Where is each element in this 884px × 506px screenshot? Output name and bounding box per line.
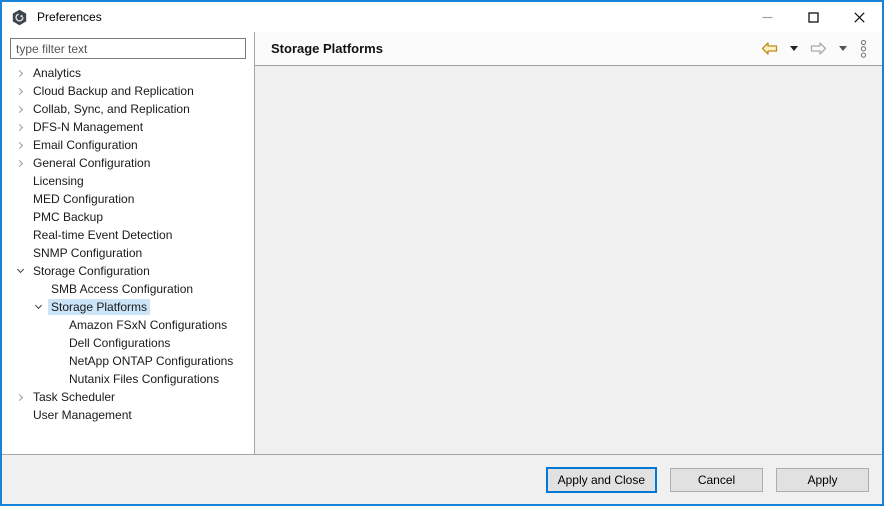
chevron-glyph	[15, 69, 22, 76]
chevron-glyph	[15, 123, 22, 130]
dropdown-arrow-icon	[790, 46, 798, 51]
tree-collapsed-chevron-icon[interactable]	[10, 143, 30, 148]
minimize-icon	[762, 12, 773, 23]
forward-arrow-icon	[810, 42, 827, 55]
tree-item-general-configuration[interactable]: General Configuration	[2, 154, 254, 172]
tree-item-label: Cloud Backup and Replication	[30, 83, 197, 99]
tree-item-label: Analytics	[30, 65, 84, 81]
tree-item-label: Collab, Sync, and Replication	[30, 101, 193, 117]
tree-item-storage-configuration[interactable]: Storage Configuration	[2, 262, 254, 280]
tree-collapsed-chevron-icon[interactable]	[10, 71, 30, 76]
chevron-glyph	[15, 87, 22, 94]
view-menu-icon	[859, 39, 868, 59]
forward-button[interactable]	[808, 40, 829, 57]
page-title: Storage Platforms	[271, 41, 383, 56]
tree-expanded-chevron-icon[interactable]	[28, 306, 48, 308]
tree-expanded-chevron-icon[interactable]	[10, 270, 30, 272]
tree-item-label: User Management	[30, 407, 135, 423]
tree-item-licensing[interactable]: Licensing	[2, 172, 254, 190]
tree-item-label: MED Configuration	[30, 191, 137, 207]
apply-and-close-button[interactable]: Apply and Close	[546, 467, 657, 493]
tree-item-label: DFS-N Management	[30, 119, 146, 135]
tree-item-collab-sync-and-replication[interactable]: Collab, Sync, and Replication	[2, 100, 254, 118]
tree-item-label: Nutanix Files Configurations	[66, 371, 222, 387]
filter-input[interactable]	[10, 38, 246, 59]
tree-item-label: Dell Configurations	[66, 335, 173, 351]
apply-button[interactable]: Apply	[776, 468, 869, 492]
tree-item-label: Email Configuration	[30, 137, 141, 153]
tree-item-med-configuration[interactable]: MED Configuration	[2, 190, 254, 208]
tree-collapsed-chevron-icon[interactable]	[10, 395, 30, 400]
tree-item-email-configuration[interactable]: Email Configuration	[2, 136, 254, 154]
tree-item-storage-platforms[interactable]: Storage Platforms	[2, 298, 254, 316]
tree-item-netapp-ontap-configurations[interactable]: NetApp ONTAP Configurations	[2, 352, 254, 370]
tree-item-label: Licensing	[30, 173, 87, 189]
tree-item-label: Storage Configuration	[30, 263, 153, 279]
tree-item-label: Task Scheduler	[30, 389, 118, 405]
cancel-button[interactable]: Cancel	[670, 468, 763, 492]
maximize-button[interactable]	[790, 2, 836, 32]
back-button[interactable]	[759, 40, 780, 57]
preferences-tree: Analytics Cloud Backup and Replication Col…	[2, 64, 254, 424]
chevron-glyph	[15, 141, 22, 148]
chevron-glyph	[15, 159, 22, 166]
tree-collapsed-chevron-icon[interactable]	[10, 125, 30, 130]
tree-item-label: General Configuration	[30, 155, 153, 171]
page-content	[255, 66, 882, 454]
tree-item-dfs-n-management[interactable]: DFS-N Management	[2, 118, 254, 136]
preference-page: Storage Platforms	[255, 32, 882, 454]
tree-item-smb-access-configuration[interactable]: SMB Access Configuration	[2, 280, 254, 298]
tree-collapsed-chevron-icon[interactable]	[10, 89, 30, 94]
close-icon	[854, 12, 865, 23]
preferences-dialog: Preferences Analytics Cloud Backup and Re…	[0, 0, 884, 506]
chevron-glyph	[15, 105, 22, 112]
page-header: Storage Platforms	[255, 32, 882, 66]
close-button[interactable]	[836, 2, 882, 32]
tree-item-user-management[interactable]: User Management	[2, 406, 254, 424]
tree-item-label: PMC Backup	[30, 209, 106, 225]
tree-item-real-time-event-detection[interactable]: Real-time Event Detection	[2, 226, 254, 244]
tree-collapsed-chevron-icon[interactable]	[10, 161, 30, 166]
preferences-sidebar: Analytics Cloud Backup and Replication Col…	[2, 32, 255, 454]
tree-item-pmc-backup[interactable]: PMC Backup	[2, 208, 254, 226]
tree-collapsed-chevron-icon[interactable]	[10, 107, 30, 112]
app-logo-icon	[11, 9, 28, 26]
tree-item-label: NetApp ONTAP Configurations	[66, 353, 236, 369]
tree-item-cloud-backup-and-replication[interactable]: Cloud Backup and Replication	[2, 82, 254, 100]
tree-item-snmp-configuration[interactable]: SNMP Configuration	[2, 244, 254, 262]
titlebar: Preferences	[2, 2, 882, 32]
chevron-glyph	[34, 302, 41, 309]
window-title: Preferences	[37, 10, 102, 24]
forward-history-dropdown[interactable]	[833, 44, 853, 53]
tree-item-label: Storage Platforms	[48, 299, 150, 315]
chevron-glyph	[15, 393, 22, 400]
page-navigation	[759, 37, 870, 61]
chevron-glyph	[16, 266, 23, 273]
tree-item-label: Amazon FSxN Configurations	[66, 317, 230, 333]
main-area: Analytics Cloud Backup and Replication Col…	[2, 32, 882, 455]
tree-item-nutanix-files-configurations[interactable]: Nutanix Files Configurations	[2, 370, 254, 388]
back-arrow-icon	[761, 42, 778, 55]
view-menu-button[interactable]	[857, 37, 870, 61]
dropdown-arrow-icon	[839, 46, 847, 51]
back-history-dropdown[interactable]	[784, 44, 804, 53]
maximize-icon	[808, 12, 819, 23]
tree-item-task-scheduler[interactable]: Task Scheduler	[2, 388, 254, 406]
tree-item-analytics[interactable]: Analytics	[2, 64, 254, 82]
tree-item-label: Real-time Event Detection	[30, 227, 175, 243]
button-bar: Apply and Close Cancel Apply	[2, 455, 882, 504]
tree-item-amazon-fsxn-configurations[interactable]: Amazon FSxN Configurations	[2, 316, 254, 334]
tree-item-label: SNMP Configuration	[30, 245, 145, 261]
tree-item-dell-configurations[interactable]: Dell Configurations	[2, 334, 254, 352]
tree-item-label: SMB Access Configuration	[48, 281, 196, 297]
minimize-button[interactable]	[744, 2, 790, 32]
